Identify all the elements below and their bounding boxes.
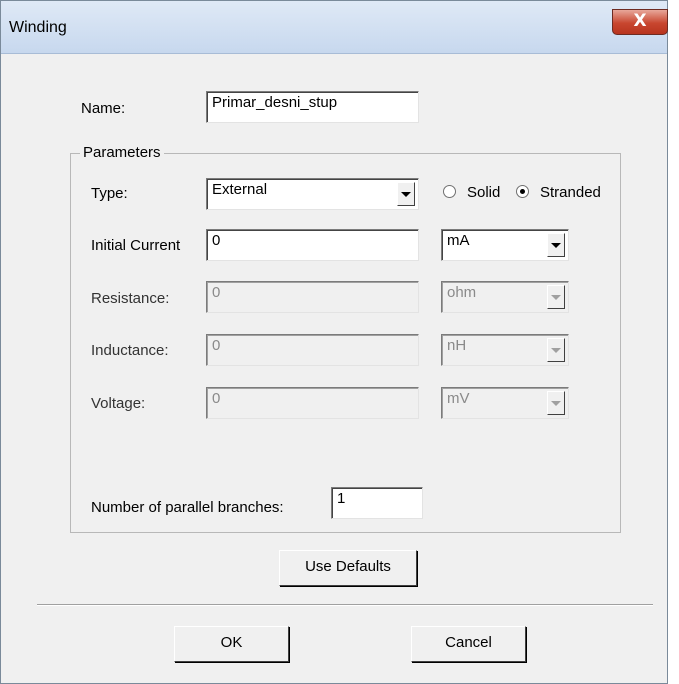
type-select-value: External <box>212 181 268 198</box>
name-input[interactable]: Primar_desni_stup <box>206 91 419 123</box>
ok-button[interactable]: OK <box>174 626 289 662</box>
resistance-unit-dropdown-button <box>547 285 565 309</box>
radio-selected-dot <box>520 189 525 194</box>
cancel-button[interactable]: Cancel <box>411 626 526 662</box>
resistance-unit-value: ohm <box>447 284 477 301</box>
voltage-input: 0 <box>206 387 419 419</box>
voltage-label: Voltage: <box>91 395 146 412</box>
stranded-radio[interactable] <box>516 185 529 198</box>
parameters-group-label: Parameters <box>80 144 164 161</box>
title-bar[interactable]: Winding X <box>1 1 668 54</box>
winding-dialog: Winding X Name: Primar_desni_stup Parame… <box>0 0 668 684</box>
inductance-unit-select: nH <box>441 334 569 366</box>
resistance-input: 0 <box>206 281 419 313</box>
inductance-unit-dropdown-button <box>547 338 565 362</box>
initial-current-input[interactable]: 0 <box>206 229 419 261</box>
chevron-down-icon <box>401 192 411 197</box>
voltage-unit-select: mV <box>441 387 569 419</box>
use-defaults-button[interactable]: Use Defaults <box>279 550 417 586</box>
type-label: Type: <box>91 185 128 202</box>
solid-radio-label[interactable]: Solid <box>467 184 500 201</box>
chevron-down-icon <box>551 243 561 248</box>
type-select[interactable]: External <box>206 178 419 210</box>
chevron-down-icon <box>551 401 561 406</box>
solid-radio[interactable] <box>443 185 456 198</box>
inductance-input: 0 <box>206 334 419 366</box>
parallel-branches-label: Number of parallel branches: <box>91 499 284 516</box>
voltage-unit-value: mV <box>447 390 470 407</box>
chevron-down-icon <box>551 348 561 353</box>
type-dropdown-button[interactable] <box>397 182 415 206</box>
window-title: Winding <box>9 19 67 36</box>
resistance-unit-select: ohm <box>441 281 569 313</box>
initial-current-label: Initial Current <box>91 237 181 254</box>
close-icon: X <box>633 11 647 31</box>
inductance-label: Inductance: <box>91 342 169 359</box>
close-button[interactable]: X <box>612 9 668 35</box>
stranded-radio-label[interactable]: Stranded <box>540 184 601 201</box>
chevron-down-icon <box>551 295 561 300</box>
parallel-branches-input[interactable]: 1 <box>331 487 423 519</box>
resistance-label: Resistance: <box>91 290 170 307</box>
initial-current-unit-dropdown-button[interactable] <box>547 233 565 257</box>
inductance-unit-value: nH <box>447 337 467 354</box>
button-separator <box>37 604 653 606</box>
initial-current-unit-value: mA <box>447 232 470 249</box>
voltage-unit-dropdown-button <box>547 391 565 415</box>
initial-current-unit-select[interactable]: mA <box>441 229 569 261</box>
name-label: Name: <box>81 100 126 117</box>
